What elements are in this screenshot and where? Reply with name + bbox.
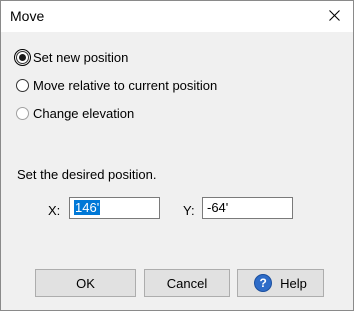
- help-icon: ?: [254, 274, 273, 292]
- ok-label: OK: [76, 275, 95, 291]
- radio-change-elevation[interactable]: [16, 106, 29, 120]
- y-field[interactable]: -64': [202, 197, 293, 219]
- option-change-elevation[interactable]: Change elevation: [16, 104, 134, 122]
- help-label: Help: [280, 275, 307, 291]
- x-label: X:: [48, 203, 61, 218]
- option-label: Set new position: [33, 49, 129, 65]
- cancel-label: Cancel: [166, 275, 208, 291]
- radio-set-new-position[interactable]: [14, 48, 31, 66]
- option-label: Move relative to current position: [33, 77, 218, 93]
- option-label: Change elevation: [33, 105, 135, 121]
- y-label: Y:: [183, 203, 195, 218]
- y-value: -64': [207, 200, 229, 215]
- x-value: 146': [74, 200, 101, 215]
- help-button[interactable]: ? Help: [237, 269, 324, 297]
- close-button[interactable]: [321, 3, 349, 29]
- x-field[interactable]: 146': [69, 197, 160, 219]
- radio-move-relative[interactable]: [16, 78, 29, 92]
- option-move-relative[interactable]: Move relative to current position: [16, 76, 217, 94]
- move-dialog: Move Set new position Move relative to c…: [0, 0, 354, 311]
- cancel-button[interactable]: Cancel: [144, 269, 230, 297]
- close-icon: [329, 10, 340, 21]
- ok-button[interactable]: OK: [35, 269, 136, 297]
- position-hint: Set the desired position.: [17, 167, 157, 182]
- dialog-title: Move: [10, 8, 45, 24]
- title-bar: Move: [1, 1, 353, 32]
- option-set-new-position[interactable]: Set new position: [14, 48, 129, 66]
